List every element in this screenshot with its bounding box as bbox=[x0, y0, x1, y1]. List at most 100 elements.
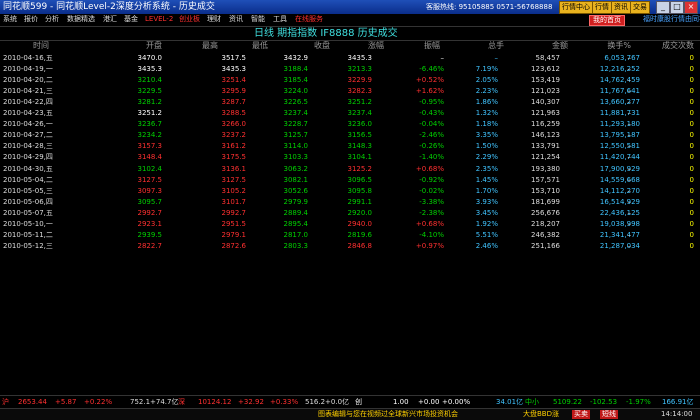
row-volume: 181,699 bbox=[531, 197, 560, 206]
table-row[interactable]: 2010-04-28,三 3157.3 3161.2 3114.0 3148.3 -0.2… bbox=[0, 141, 700, 152]
row-turnover: – bbox=[627, 186, 632, 195]
table-row[interactable]: 2010-04-20,二 3210.4 3251.4 3185.4 3229.9 +0.5… bbox=[0, 75, 700, 86]
cy-pct: +0.00% bbox=[442, 398, 471, 406]
row-high: 3127.5 bbox=[221, 175, 247, 184]
table-row[interactable]: 2010-04-29,四 3148.4 3175.5 3103.3 3104.1 -1.4… bbox=[0, 152, 700, 163]
row-change: -0.95% bbox=[419, 98, 444, 107]
row-volume: 121,963 bbox=[531, 109, 560, 118]
menu-info[interactable]: 资讯 bbox=[229, 14, 243, 25]
row-amplitude: 7.19% bbox=[475, 65, 498, 74]
table-row[interactable]: 2010-04-22,四 3281.2 3287.7 3226.5 3251.2 -0.9… bbox=[0, 97, 700, 108]
row-amplitude: 2.23% bbox=[475, 87, 498, 96]
table-row[interactable]: 2010-04-26,一 3236.7 3266.0 3228.7 3236.0 -0.0… bbox=[0, 119, 700, 130]
sz-label[interactable]: 深 bbox=[178, 396, 185, 408]
market-center-button[interactable]: 行情中心 bbox=[559, 1, 593, 14]
menu-finance[interactable]: 理财 bbox=[207, 14, 221, 25]
row-high: 3101.7 bbox=[221, 197, 247, 206]
table-row[interactable]: 2010-05-06,四 3095.7 3101.7 2979.9 2991.1 -3.3… bbox=[0, 197, 700, 208]
col-header-time[interactable]: 时间 bbox=[33, 41, 83, 51]
row-close: 2991.1 bbox=[347, 197, 373, 206]
table-row[interactable]: 2010-05-10,一 2923.1 2951.5 2895.4 2940.0 +0.6… bbox=[0, 219, 700, 230]
menu-level2[interactable]: LEVEL-2 bbox=[145, 14, 173, 25]
row-close: 3156.5 bbox=[347, 131, 373, 140]
table-row[interactable]: 2010-05-05,三 3097.3 3105.2 3052.6 3095.8 -0.0… bbox=[0, 186, 700, 197]
promo-text[interactable]: 福时康股行情由同花顺提供 bbox=[643, 14, 700, 25]
zx-index[interactable]: 5109.22 bbox=[553, 396, 582, 408]
table-row[interactable]: 2010-05-12,三 2822.7 2872.6 2803.3 2846.8 +0.9… bbox=[0, 241, 700, 252]
col-header-amount[interactable]: 金额 bbox=[516, 41, 568, 51]
col-header-close[interactable]: 收盘 bbox=[268, 41, 330, 51]
col-header-change[interactable]: 涨幅 bbox=[330, 41, 384, 51]
row-trades: 0 bbox=[689, 175, 694, 184]
col-header-trades[interactable]: 成交次数 bbox=[640, 41, 694, 51]
row-date: 2010-04-30,五 bbox=[3, 164, 53, 173]
row-change: +0.68% bbox=[415, 219, 444, 228]
row-date: 2010-04-21,三 bbox=[3, 87, 53, 96]
row-high: 3435.3 bbox=[221, 65, 247, 74]
row-high: 3295.9 bbox=[221, 87, 247, 96]
menu-analysis[interactable]: 分析 bbox=[45, 14, 59, 25]
table-row[interactable]: 2010-04-23,五 3251.2 3288.5 3237.4 3237.4 -0.4… bbox=[0, 108, 700, 119]
row-amplitude: 5.51% bbox=[475, 230, 498, 239]
menu-gem[interactable]: 创业板 bbox=[179, 14, 200, 25]
col-header-open[interactable]: 开盘 bbox=[90, 41, 162, 51]
col-header-turnover[interactable]: 换手% bbox=[590, 41, 631, 51]
row-low: 3082.1 bbox=[283, 175, 309, 184]
menu-bar: 系统 报价 分析 数据精选 港汇 基金 LEVEL-2 创业板 理财 资讯 智能… bbox=[0, 14, 700, 26]
sh-index[interactable]: 2653.44 bbox=[18, 396, 47, 408]
menu-data-select[interactable]: 数据精选 bbox=[67, 14, 95, 25]
minimize-icon[interactable]: _ bbox=[656, 1, 670, 14]
menu-tools[interactable]: 工具 bbox=[273, 14, 287, 25]
col-header-high[interactable]: 最高 bbox=[162, 41, 218, 51]
row-high: 3237.2 bbox=[221, 131, 247, 140]
sh-label[interactable]: 沪 bbox=[2, 396, 9, 408]
table-row[interactable]: 2010-04-16,五 3470.0 3517.5 3432.9 3435.3 – – 58… bbox=[0, 53, 700, 64]
col-header-low[interactable]: 最低 bbox=[220, 41, 268, 51]
row-amplitude: 1.86% bbox=[475, 98, 498, 107]
table-row[interactable]: 2010-05-04,二 3127.5 3127.5 3082.1 3096.5 -0.9… bbox=[0, 175, 700, 186]
row-turnover: – bbox=[627, 65, 632, 74]
row-volume: 157,571 bbox=[531, 175, 560, 184]
row-change: +1.62% bbox=[415, 87, 444, 96]
row-volume: 218,207 bbox=[531, 219, 560, 228]
table-row[interactable]: 2010-05-07,五 2992.7 2992.7 2889.4 2920.0 -2.3… bbox=[0, 208, 700, 219]
dapan-bbd[interactable]: 大盘BBD涨 bbox=[523, 409, 559, 420]
sz-index[interactable]: 10124.12 bbox=[198, 396, 231, 408]
menu-online-service[interactable]: 在线服务 bbox=[295, 14, 323, 25]
table-row[interactable]: 2010-05-11,二 2939.5 2979.1 2817.0 2819.6 -4.1… bbox=[0, 230, 700, 241]
table-row[interactable]: 2010-04-19,一 3435.3 3435.3 3188.4 3213.3 -6.4… bbox=[0, 64, 700, 75]
shortline-button[interactable]: 短线 bbox=[600, 410, 618, 419]
row-amplitude: 3.35% bbox=[475, 131, 498, 140]
quote-button[interactable]: 行情 bbox=[592, 1, 612, 14]
col-header-amplitude[interactable]: 振幅 bbox=[384, 41, 440, 51]
zx-label[interactable]: 中小 bbox=[525, 396, 539, 408]
row-open: 3148.4 bbox=[137, 153, 163, 162]
trade-button[interactable]: 交易 bbox=[630, 1, 650, 14]
menu-system[interactable]: 系统 bbox=[3, 14, 17, 25]
row-close: 3251.2 bbox=[347, 98, 373, 107]
sz-change: +32.92 bbox=[238, 398, 264, 406]
table-row[interactable]: 2010-04-27,二 3234.2 3237.2 3125.7 3156.5 -2.4… bbox=[0, 130, 700, 141]
table-row[interactable]: 2010-04-21,三 3229.5 3295.9 3224.0 3282.3 +1.6… bbox=[0, 86, 700, 97]
col-header-volume[interactable]: 总手 bbox=[452, 41, 504, 51]
menu-fund[interactable]: 基金 bbox=[124, 14, 138, 25]
row-close: 3148.3 bbox=[347, 142, 373, 151]
last-amount: 166.91亿 bbox=[662, 398, 694, 406]
row-amplitude: 1.45% bbox=[475, 175, 498, 184]
row-open: 3251.2 bbox=[137, 109, 163, 118]
row-high: 3517.5 bbox=[221, 54, 247, 62]
row-open: 3236.7 bbox=[137, 120, 163, 129]
menu-hk[interactable]: 港汇 bbox=[103, 14, 117, 25]
news-headline[interactable]: 图表编辑与您在视频过全球新兴市场投资机会 bbox=[318, 409, 458, 420]
table-row[interactable]: 2010-04-30,五 3102.4 3136.1 3063.2 3125.2 +0.6… bbox=[0, 164, 700, 175]
info-button[interactable]: 资讯 bbox=[611, 1, 631, 14]
my-home-button[interactable]: 我的首页 bbox=[589, 15, 625, 26]
buysell-button[interactable]: 买卖 bbox=[572, 410, 590, 419]
menu-smart[interactable]: 智能 bbox=[251, 14, 265, 25]
cy-label[interactable]: 创 bbox=[355, 396, 362, 408]
menu-quote[interactable]: 报价 bbox=[24, 14, 38, 25]
maximize-icon[interactable]: □ bbox=[670, 1, 684, 14]
row-change: -0.04% bbox=[419, 120, 444, 129]
row-close: 3095.8 bbox=[347, 186, 373, 195]
close-icon[interactable]: × bbox=[684, 1, 698, 14]
